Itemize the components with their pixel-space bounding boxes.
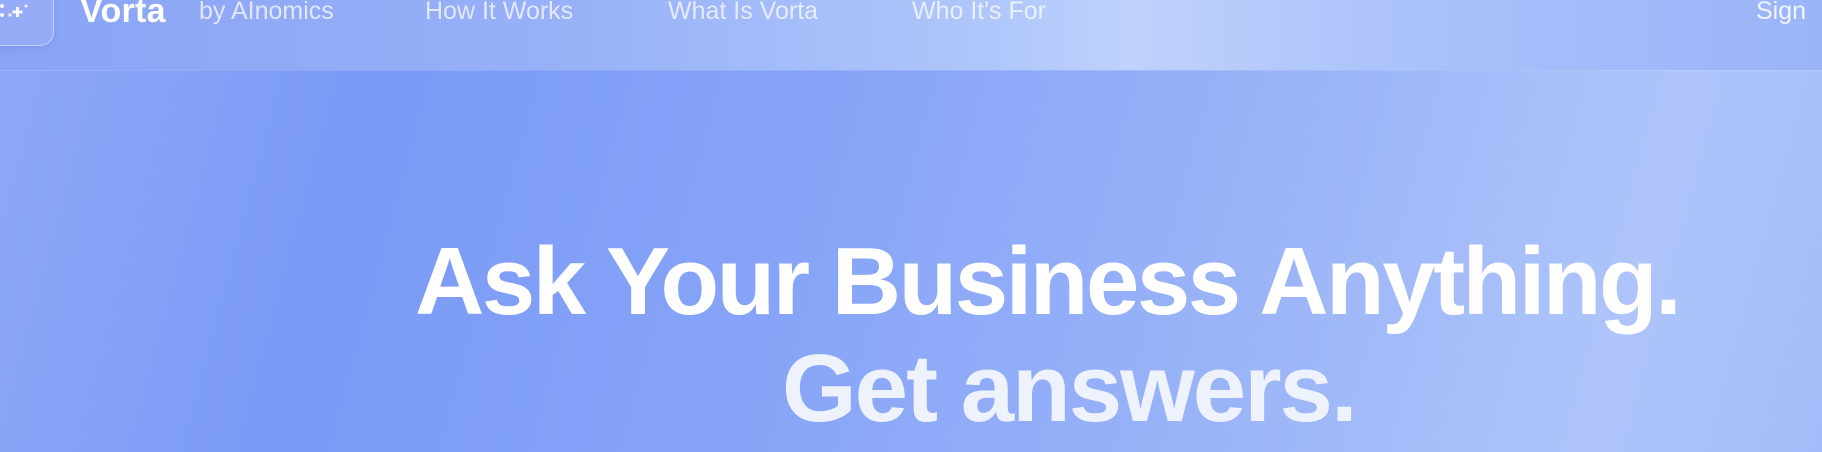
hero-subheadline: Get answers.	[782, 335, 1358, 442]
sign-in-link[interactable]: Sign	[1756, 0, 1806, 26]
brand-name[interactable]: Vorta	[80, 0, 166, 31]
nav-link-who-its-for[interactable]: Who It's For	[912, 0, 1046, 26]
logo-button[interactable]	[0, 0, 54, 46]
sparkle-grid-icon	[0, 4, 28, 17]
hero-headline: Ask Your Business Anything.	[415, 228, 1682, 335]
nav-link-what-is-vorta[interactable]: What Is Vorta	[668, 0, 818, 26]
nav-link-how-it-works[interactable]: How It Works	[425, 0, 573, 26]
brand-byline: by AInomics	[199, 0, 334, 25]
top-nav-bar: Vorta by AInomics How It Works What Is V…	[0, 0, 1822, 70]
